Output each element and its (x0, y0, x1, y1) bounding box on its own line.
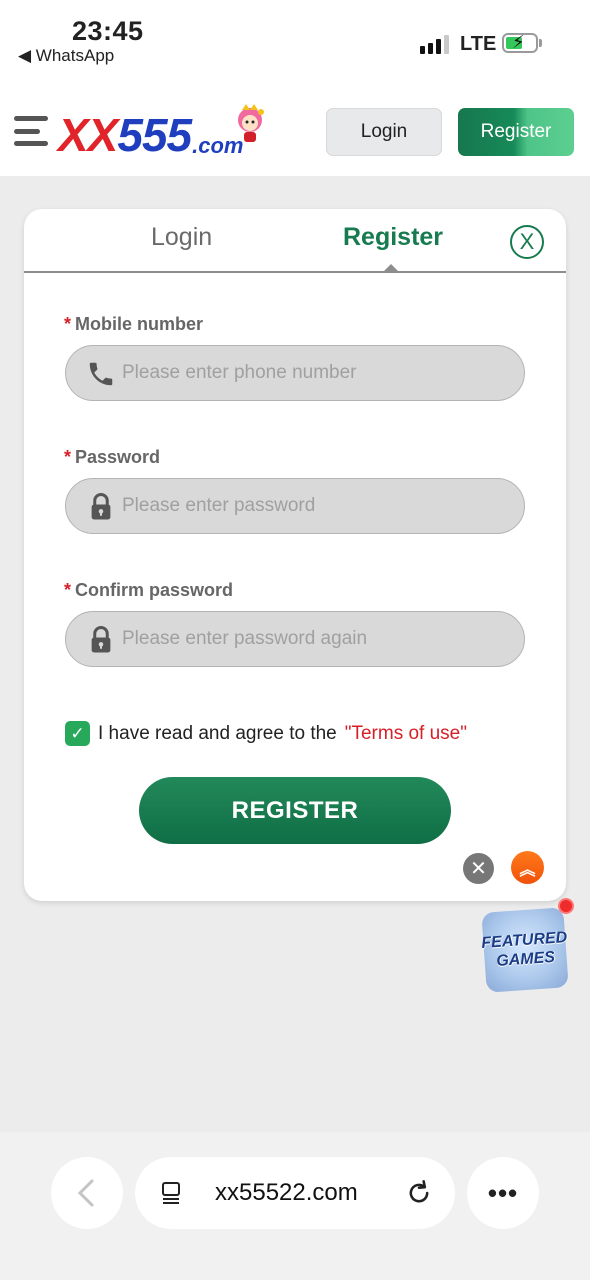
close-icon[interactable]: X (510, 225, 544, 259)
password-input[interactable] (122, 479, 512, 532)
reload-icon[interactable] (405, 1179, 433, 1207)
battery-charging-icon: ⚡ (502, 32, 538, 53)
browser-back-button[interactable] (51, 1157, 123, 1229)
featured-games-widget[interactable]: FEATURED GAMES (478, 898, 574, 994)
header-register-button[interactable]: Register (458, 108, 574, 156)
mobile-number-label: * Mobile number (64, 314, 204, 334)
notification-dot (558, 898, 574, 914)
tab-divider (24, 271, 566, 273)
confirm-password-label: * Confirm password (64, 580, 234, 600)
site-header: XX 555 .com Login Register (0, 78, 590, 176)
mobile-number-input[interactable] (122, 346, 512, 399)
logo-555: 555 (117, 109, 192, 161)
featured-games-badge: FEATURED GAMES (481, 907, 569, 993)
required-mark: * (64, 447, 72, 467)
lock-icon (91, 626, 111, 653)
register-submit-button[interactable]: REGISTER (139, 777, 451, 844)
chevron-left-icon (77, 1179, 94, 1207)
site-logo[interactable]: XX 555 .com (58, 104, 264, 161)
browser-toolbar: xx55522.com ••• (0, 1132, 590, 1280)
address-bar[interactable]: xx55522.com (135, 1157, 455, 1229)
more-options-icon[interactable]: ••• (467, 1157, 539, 1229)
confirm-password-input[interactable] (122, 612, 512, 665)
signal-icon (420, 34, 449, 54)
password-field[interactable] (65, 478, 525, 534)
url-text: xx55522.com (215, 1179, 358, 1206)
tabs-icon[interactable] (159, 1181, 183, 1205)
mobile-number-field[interactable] (65, 345, 525, 401)
menu-icon[interactable] (14, 116, 48, 146)
password-label: * Password (64, 447, 161, 467)
agree-text: I have read and agree to the (98, 722, 337, 744)
auth-modal: Login Register X *Mobile number *Passwor… (24, 209, 566, 901)
dismiss-float-icon[interactable]: ✕ (463, 853, 494, 884)
lock-icon (91, 493, 111, 520)
header-login-button[interactable]: Login (326, 108, 442, 156)
status-bar: 23:45 ◀ WhatsApp LTE ⚡ (0, 0, 590, 78)
phone-icon (89, 362, 113, 386)
scroll-top-icon[interactable]: ︽ (511, 851, 544, 884)
status-time: 23:45 (72, 16, 144, 46)
tab-register[interactable]: Register (343, 223, 443, 252)
terms-of-use-link[interactable]: "Terms of use" (345, 723, 467, 745)
active-tab-indicator (383, 264, 399, 272)
network-type: LTE (460, 33, 497, 55)
terms-agreement: ✓ I have read and agree to the "Terms of… (65, 721, 467, 746)
logo-xx: XX (58, 109, 118, 161)
tab-login[interactable]: Login (151, 223, 212, 252)
agree-checkbox[interactable]: ✓ (65, 721, 90, 746)
required-mark: * (64, 580, 72, 600)
logo-mascot-icon (238, 104, 264, 142)
battery-tip (539, 39, 542, 47)
confirm-password-field[interactable] (65, 611, 525, 667)
required-mark: * (64, 314, 72, 334)
back-to-app-link[interactable]: ◀ WhatsApp (18, 46, 114, 66)
